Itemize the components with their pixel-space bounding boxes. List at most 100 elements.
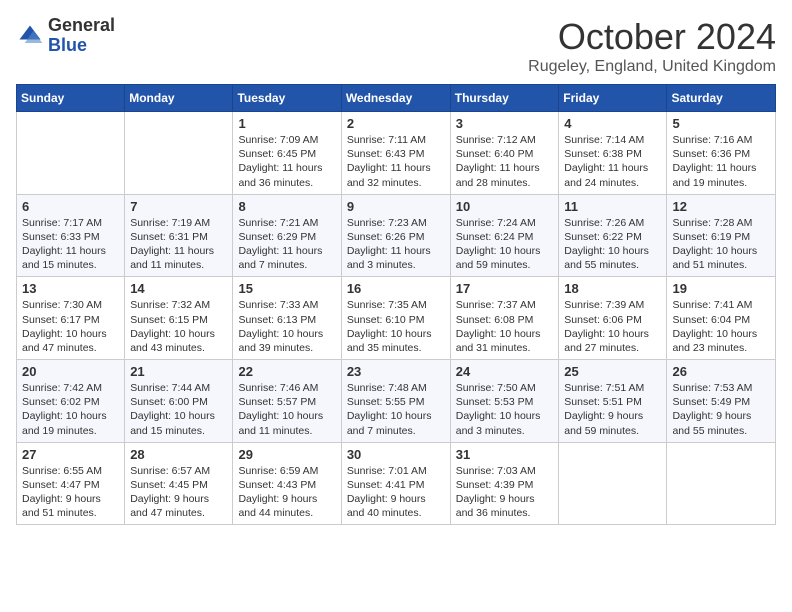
day-number: 6	[22, 199, 119, 214]
month-title: October 2024	[528, 16, 776, 58]
day-number: 28	[130, 447, 227, 462]
day-number: 14	[130, 281, 227, 296]
day-number: 24	[456, 364, 554, 379]
calendar-cell: 23Sunrise: 7:48 AM Sunset: 5:55 PM Dayli…	[341, 360, 450, 443]
day-number: 20	[22, 364, 119, 379]
logo-text: General Blue	[48, 16, 115, 56]
calendar-cell: 16 Sunrise: 7:35 AM Sunset: 6:10 PM Dayli…	[341, 277, 450, 360]
day-info: Sunrise: 7:35 AM Sunset: 6:10 PM Dayligh…	[347, 298, 445, 355]
day-number: 9	[347, 199, 445, 214]
day-info: Sunrise: 6:59 AM Sunset: 4:43 PM Dayligh…	[238, 464, 335, 521]
calendar-cell: 9 Sunrise: 7:23 AM Sunset: 6:26 PM Daylig…	[341, 194, 450, 277]
calendar-header-row: SundayMondayTuesdayWednesdayThursdayFrid…	[17, 85, 776, 112]
day-number: 13	[22, 281, 119, 296]
day-number: 10	[456, 199, 554, 214]
day-number: 2	[347, 116, 445, 131]
day-info: Sunrise: 7:39 AM Sunset: 6:06 PM Dayligh…	[564, 298, 661, 355]
calendar-cell: 7 Sunrise: 7:19 AM Sunset: 6:31 PM Daylig…	[125, 194, 233, 277]
day-number: 1	[238, 116, 335, 131]
day-number: 21	[130, 364, 227, 379]
day-number: 8	[238, 199, 335, 214]
day-info: Sunrise: 7:12 AM Sunset: 6:40 PM Dayligh…	[456, 133, 554, 190]
day-number: 17	[456, 281, 554, 296]
col-header-monday: Monday	[125, 85, 233, 112]
page-header: General Blue October 2024 Rugeley, Engla…	[16, 16, 776, 76]
day-info: Sunrise: 6:55 AM Sunset: 4:47 PM Dayligh…	[22, 464, 119, 521]
day-info: Sunrise: 7:19 AM Sunset: 6:31 PM Dayligh…	[130, 216, 227, 273]
calendar-cell: 29 Sunrise: 6:59 AM Sunset: 4:43 PM Dayli…	[233, 442, 341, 525]
day-number: 3	[456, 116, 554, 131]
col-header-friday: Friday	[559, 85, 667, 112]
day-number: 26	[672, 364, 770, 379]
day-info: Sunrise: 7:03 AM Sunset: 4:39 PM Dayligh…	[456, 464, 554, 521]
calendar-cell: 13Sunrise: 7:30 AM Sunset: 6:17 PM Dayli…	[17, 277, 125, 360]
calendar-cell: 19 Sunrise: 7:41 AM Sunset: 6:04 PM Dayli…	[667, 277, 776, 360]
calendar-cell	[559, 442, 667, 525]
day-number: 16	[347, 281, 445, 296]
calendar-cell: 25 Sunrise: 7:51 AM Sunset: 5:51 PM Dayli…	[559, 360, 667, 443]
day-info: Sunrise: 7:09 AM Sunset: 6:45 PM Dayligh…	[238, 133, 335, 190]
day-info: Sunrise: 7:26 AM Sunset: 6:22 PM Dayligh…	[564, 216, 661, 273]
calendar-cell: 31Sunrise: 7:03 AM Sunset: 4:39 PM Dayli…	[450, 442, 559, 525]
calendar-week-row: 20 Sunrise: 7:42 AM Sunset: 6:02 PM Dayli…	[17, 360, 776, 443]
logo-blue: Blue	[48, 36, 115, 56]
calendar-cell	[667, 442, 776, 525]
calendar-cell: 15 Sunrise: 7:33 AM Sunset: 6:13 PM Dayli…	[233, 277, 341, 360]
calendar-cell: 24Sunrise: 7:50 AM Sunset: 5:53 PM Dayli…	[450, 360, 559, 443]
day-info: Sunrise: 7:32 AM Sunset: 6:15 PM Dayligh…	[130, 298, 227, 355]
day-info: Sunrise: 7:53 AM Sunset: 5:49 PM Dayligh…	[672, 381, 770, 438]
calendar-cell: 26 Sunrise: 7:53 AM Sunset: 5:49 PM Dayli…	[667, 360, 776, 443]
day-number: 7	[130, 199, 227, 214]
calendar-cell: 27Sunrise: 6:55 AM Sunset: 4:47 PM Dayli…	[17, 442, 125, 525]
calendar-cell: 1 Sunrise: 7:09 AM Sunset: 6:45 PM Daylig…	[233, 112, 341, 195]
col-header-sunday: Sunday	[17, 85, 125, 112]
day-info: Sunrise: 7:23 AM Sunset: 6:26 PM Dayligh…	[347, 216, 445, 273]
day-number: 12	[672, 199, 770, 214]
day-info: Sunrise: 6:57 AM Sunset: 4:45 PM Dayligh…	[130, 464, 227, 521]
day-number: 23	[347, 364, 445, 379]
day-info: Sunrise: 7:14 AM Sunset: 6:38 PM Dayligh…	[564, 133, 661, 190]
calendar-week-row: 1 Sunrise: 7:09 AM Sunset: 6:45 PM Daylig…	[17, 112, 776, 195]
calendar-cell: 17 Sunrise: 7:37 AM Sunset: 6:08 PM Dayli…	[450, 277, 559, 360]
calendar-cell: 10 Sunrise: 7:24 AM Sunset: 6:24 PM Dayli…	[450, 194, 559, 277]
day-number: 25	[564, 364, 661, 379]
calendar-cell: 2 Sunrise: 7:11 AM Sunset: 6:43 PM Daylig…	[341, 112, 450, 195]
day-info: Sunrise: 7:11 AM Sunset: 6:43 PM Dayligh…	[347, 133, 445, 190]
day-info: Sunrise: 7:51 AM Sunset: 5:51 PM Dayligh…	[564, 381, 661, 438]
calendar-cell: 18 Sunrise: 7:39 AM Sunset: 6:06 PM Dayli…	[559, 277, 667, 360]
calendar-cell: 12Sunrise: 7:28 AM Sunset: 6:19 PM Dayli…	[667, 194, 776, 277]
calendar-week-row: 13Sunrise: 7:30 AM Sunset: 6:17 PM Dayli…	[17, 277, 776, 360]
calendar-cell: 8 Sunrise: 7:21 AM Sunset: 6:29 PM Daylig…	[233, 194, 341, 277]
col-header-tuesday: Tuesday	[233, 85, 341, 112]
col-header-thursday: Thursday	[450, 85, 559, 112]
day-info: Sunrise: 7:21 AM Sunset: 6:29 PM Dayligh…	[238, 216, 335, 273]
day-number: 19	[672, 281, 770, 296]
title-block: October 2024 Rugeley, England, United Ki…	[528, 16, 776, 76]
day-number: 18	[564, 281, 661, 296]
day-info: Sunrise: 7:46 AM Sunset: 5:57 PM Dayligh…	[238, 381, 335, 438]
day-info: Sunrise: 7:33 AM Sunset: 6:13 PM Dayligh…	[238, 298, 335, 355]
calendar-cell: 14 Sunrise: 7:32 AM Sunset: 6:15 PM Dayli…	[125, 277, 233, 360]
calendar-table: SundayMondayTuesdayWednesdayThursdayFrid…	[16, 84, 776, 525]
day-info: Sunrise: 7:16 AM Sunset: 6:36 PM Dayligh…	[672, 133, 770, 190]
logo-general: General	[48, 16, 115, 36]
day-info: Sunrise: 7:41 AM Sunset: 6:04 PM Dayligh…	[672, 298, 770, 355]
calendar-cell	[17, 112, 125, 195]
calendar-cell: 21Sunrise: 7:44 AM Sunset: 6:00 PM Dayli…	[125, 360, 233, 443]
calendar-cell	[125, 112, 233, 195]
day-info: Sunrise: 7:01 AM Sunset: 4:41 PM Dayligh…	[347, 464, 445, 521]
calendar-cell: 4Sunrise: 7:14 AM Sunset: 6:38 PM Daylig…	[559, 112, 667, 195]
location: Rugeley, England, United Kingdom	[528, 58, 776, 76]
day-number: 15	[238, 281, 335, 296]
day-info: Sunrise: 7:37 AM Sunset: 6:08 PM Dayligh…	[456, 298, 554, 355]
calendar-cell: 30Sunrise: 7:01 AM Sunset: 4:41 PM Dayli…	[341, 442, 450, 525]
day-number: 11	[564, 199, 661, 214]
calendar-cell: 3 Sunrise: 7:12 AM Sunset: 6:40 PM Daylig…	[450, 112, 559, 195]
day-number: 29	[238, 447, 335, 462]
calendar-cell: 5Sunrise: 7:16 AM Sunset: 6:36 PM Daylig…	[667, 112, 776, 195]
day-info: Sunrise: 7:24 AM Sunset: 6:24 PM Dayligh…	[456, 216, 554, 273]
calendar-week-row: 27Sunrise: 6:55 AM Sunset: 4:47 PM Dayli…	[17, 442, 776, 525]
day-info: Sunrise: 7:42 AM Sunset: 6:02 PM Dayligh…	[22, 381, 119, 438]
logo-icon	[16, 22, 44, 50]
calendar-cell: 6Sunrise: 7:17 AM Sunset: 6:33 PM Daylig…	[17, 194, 125, 277]
